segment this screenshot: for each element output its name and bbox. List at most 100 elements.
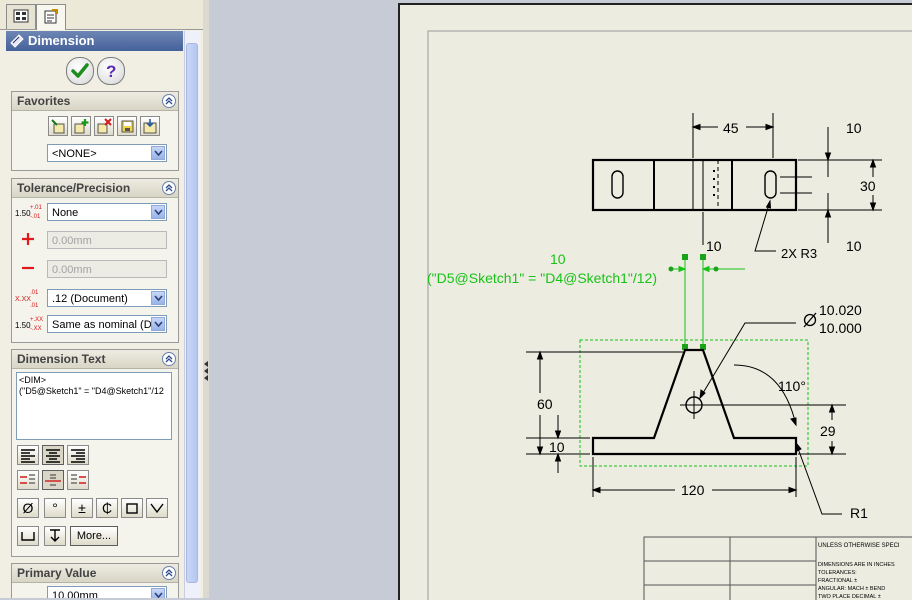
primary-value-group: Primary Value 10.00mm <box>11 563 179 598</box>
depth-symbol-button[interactable] <box>44 526 66 546</box>
save-favorite-button[interactable] <box>117 116 137 136</box>
selection-handle[interactable] <box>713 266 719 272</box>
justify-center-icon <box>45 474 61 486</box>
diameter-lower-label[interactable]: 10.000 <box>819 320 862 336</box>
drawing-sheet[interactable]: 45 10 30 10 10 2X R3 10 ("D5@Sketch1" = … <box>398 3 912 600</box>
delete-favorite-button[interactable] <box>94 116 114 136</box>
minus-icon <box>22 266 34 270</box>
align-center-button[interactable] <box>42 445 64 465</box>
tab-property-manager[interactable] <box>36 4 66 30</box>
justify-center-button[interactable] <box>42 470 64 490</box>
selected-dim-value-label[interactable]: 10 <box>550 251 566 267</box>
dimension-text-header[interactable]: Dimension Text <box>12 350 178 369</box>
manager-tab-strip <box>0 0 203 30</box>
selection-handle[interactable] <box>700 254 706 260</box>
diameter-upper-label[interactable]: 10.020 <box>819 302 862 318</box>
collapse-icon[interactable] <box>162 94 176 108</box>
maximum-variation-input[interactable]: 0.00mm <box>47 231 167 249</box>
tab-feature-manager[interactable] <box>6 4 36 29</box>
dim-10-base-label[interactable]: 10 <box>549 439 565 455</box>
scrollbar-thumb[interactable] <box>186 43 198 583</box>
selection-handle[interactable] <box>668 266 674 272</box>
dim-45-label[interactable]: 45 <box>723 120 739 136</box>
angle-label[interactable]: 110° <box>778 378 806 394</box>
help-button[interactable]: ? <box>97 57 125 85</box>
collapse-icon[interactable] <box>162 352 176 366</box>
degree-symbol-button[interactable]: ° <box>44 498 66 518</box>
load-favorite-button[interactable] <box>140 116 160 136</box>
drawing-canvas[interactable]: 45 10 30 10 10 2X R3 10 ("D5@Sketch1" = … <box>400 5 912 600</box>
title-block-line-6: TWO PLACE DECIMAL ± <box>818 594 881 600</box>
note-r1-label[interactable]: R1 <box>850 505 868 521</box>
primary-precision-value: .12 (Document) <box>52 293 128 305</box>
selection-handles[interactable] <box>668 254 719 350</box>
dim-10-top-label[interactable]: 10 <box>846 120 862 136</box>
tolerance-header-label: Tolerance/Precision <box>17 181 131 195</box>
collapse-icon[interactable] <box>162 181 176 195</box>
more-symbols-button[interactable]: More... <box>70 526 118 546</box>
checkmark-icon <box>71 63 89 78</box>
tolerance-precision-icon-text-f: +.XX <box>30 317 43 323</box>
chevron-down-icon[interactable] <box>151 146 165 160</box>
selection-handle[interactable] <box>682 254 688 260</box>
favorite-style-value: <NONE> <box>52 148 97 160</box>
dim-29-label[interactable]: 29 <box>820 423 836 439</box>
primary-value-input[interactable]: 10.00mm <box>47 586 167 598</box>
collapse-icon[interactable] <box>162 566 176 580</box>
justify-left-button[interactable] <box>17 470 39 490</box>
favorites-header[interactable]: Favorites <box>12 92 178 111</box>
plus-minus-symbol-button[interactable]: ± <box>71 498 93 518</box>
chevron-down-icon[interactable] <box>151 588 165 598</box>
tolerance-precision-icon-text-g: -.XX <box>30 326 42 332</box>
dim-10-right-label[interactable]: 10 <box>846 238 862 254</box>
plus-minus-symbol-label: ± <box>78 500 86 516</box>
align-right-icon <box>71 449 85 463</box>
centerline-symbol-button[interactable]: ₵ <box>96 498 118 518</box>
dimension-text-input[interactable]: <DIM> ("D5@Sketch1" = "D4@Sketch1"/12 <box>16 372 172 440</box>
selected-dim-arrows <box>678 265 710 273</box>
tolerance-precision-icon: 1.50 +.XX -.XX <box>15 317 43 332</box>
ok-button[interactable] <box>66 57 94 85</box>
dimension-icon <box>10 34 24 48</box>
align-right-button[interactable] <box>67 445 89 465</box>
chevron-down-icon[interactable] <box>151 205 165 219</box>
dim-10-top-arrow <box>824 152 832 162</box>
dim-30-label[interactable]: 30 <box>860 178 876 194</box>
load-favorite-icon <box>143 119 157 134</box>
diameter-symbol-button[interactable]: Ø <box>17 498 39 518</box>
align-left-button[interactable] <box>17 445 39 465</box>
minimum-variation-input[interactable]: 0.00mm <box>47 260 167 278</box>
primary-precision-select[interactable]: .12 (Document) <box>47 289 167 307</box>
svg-text:?: ? <box>106 62 116 81</box>
apply-favorite-button[interactable] <box>48 116 68 136</box>
dim-10-mid-label[interactable]: 10 <box>706 238 722 254</box>
dim-120-label[interactable]: 120 <box>681 482 705 498</box>
dim-60-label[interactable]: 60 <box>537 396 553 412</box>
favorite-style-select[interactable]: <NONE> <box>47 144 167 162</box>
property-manager-scrollbar[interactable] <box>184 31 200 598</box>
help-icon: ? <box>106 62 116 81</box>
justify-right-button[interactable] <box>67 470 89 490</box>
primary-value-header[interactable]: Primary Value <box>12 564 178 583</box>
selected-dimension[interactable] <box>579 257 809 467</box>
property-manager-panel: Dimension ? Favorites <NONE> Tolerance/P… <box>0 0 204 598</box>
top-view[interactable] <box>591 158 798 212</box>
tolerance-type-select[interactable]: None <box>47 203 167 221</box>
tolerance-precision-header[interactable]: Tolerance/Precision <box>12 179 178 198</box>
tolerance-type-icon-text-a: 1.50 <box>15 209 31 218</box>
slot-right <box>764 170 777 199</box>
countersink-symbol-button[interactable] <box>146 498 168 518</box>
tolerance-type-icon: 1.50 +.01 -.01 <box>15 205 43 220</box>
note-2x-r3-arrow <box>765 199 772 209</box>
title-block-line-1: UNLESS OTHERWISE SPECI <box>818 543 900 549</box>
maximum-variation-value: 0.00mm <box>52 235 92 247</box>
counterbore-symbol-button[interactable] <box>17 526 39 546</box>
chevron-down-icon[interactable] <box>151 317 165 331</box>
add-favorite-button[interactable] <box>71 116 91 136</box>
front-view[interactable] <box>591 348 798 456</box>
note-2x-r3-label[interactable]: 2X R3 <box>781 246 817 261</box>
selected-dim-equation-label[interactable]: ("D5@Sketch1" = "D4@Sketch1"/12) <box>427 270 657 286</box>
square-symbol-button[interactable] <box>121 498 143 518</box>
chevron-down-icon[interactable] <box>151 291 165 305</box>
tolerance-precision-select[interactable]: Same as nominal (D <box>47 315 167 333</box>
